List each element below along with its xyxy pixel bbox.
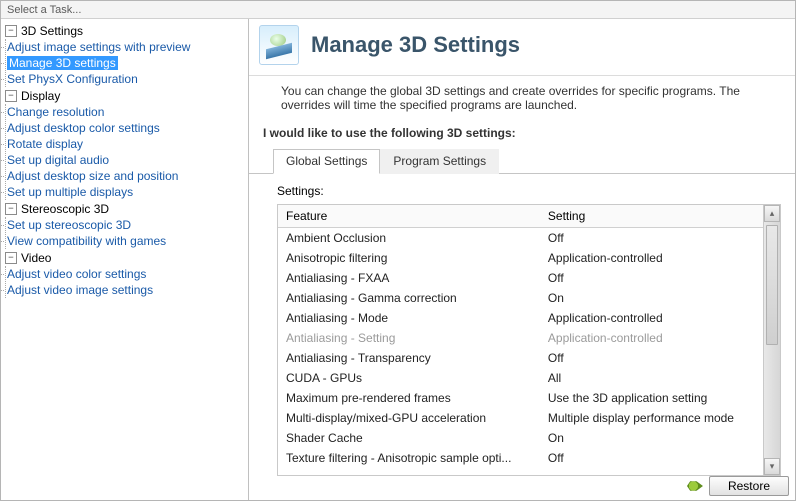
tree-category[interactable]: Video <box>21 251 51 265</box>
tree-branch-icon <box>1 79 4 80</box>
tree-branch-icon <box>1 160 4 161</box>
tree-item[interactable]: Adjust desktop color settings <box>7 121 160 135</box>
tree-category[interactable]: Display <box>21 89 60 103</box>
feature-cell: Ambient Occlusion <box>278 228 540 249</box>
table-row[interactable]: CUDA - GPUsAll <box>278 368 763 388</box>
task-header-label: Select a Task... <box>7 4 81 16</box>
feature-cell: CUDA - GPUs <box>278 368 540 388</box>
tree-item[interactable]: Change resolution <box>7 105 104 119</box>
tree-branch-icon <box>1 274 4 275</box>
column-setting[interactable]: Setting <box>540 205 763 228</box>
table-row[interactable]: Maximum pre-rendered framesUse the 3D ap… <box>278 388 763 408</box>
tree-branch-icon <box>1 128 4 129</box>
table-row[interactable]: Ambient OcclusionOff <box>278 228 763 249</box>
setting-cell[interactable]: On <box>540 288 763 308</box>
tree-branch-icon <box>1 112 4 113</box>
tree-item[interactable]: Manage 3D settings <box>7 56 118 70</box>
settings-label: Settings: <box>249 174 795 204</box>
setting-cell[interactable]: Application-controlled <box>540 248 763 268</box>
settings-scrollbar[interactable]: ▴ ▾ <box>763 205 780 475</box>
setting-cell[interactable]: Off <box>540 228 763 249</box>
feature-cell: Texture filtering - Anisotropic sample o… <box>278 448 540 468</box>
column-feature[interactable]: Feature <box>278 205 540 228</box>
scroll-up-icon[interactable]: ▴ <box>764 205 780 222</box>
setting-cell[interactable]: All <box>540 368 763 388</box>
feature-cell: Antialiasing - Transparency <box>278 348 540 368</box>
table-row[interactable]: Shader CacheOn <box>278 428 763 448</box>
scroll-down-icon[interactable]: ▾ <box>764 458 780 475</box>
footer: Restore <box>687 476 789 496</box>
setting-cell[interactable]: Application-controlled <box>540 328 763 348</box>
table-row[interactable]: Antialiasing - TransparencyOff <box>278 348 763 368</box>
task-header: Select a Task... <box>1 1 795 19</box>
table-row[interactable]: Multi-display/mixed-GPU accelerationMult… <box>278 408 763 428</box>
settings-tabs: Global SettingsProgram Settings <box>249 148 795 174</box>
section-heading: I would like to use the following 3D set… <box>249 116 795 148</box>
table-row[interactable]: Antialiasing - FXAAOff <box>278 268 763 288</box>
table-row[interactable]: Antialiasing - ModeApplication-controlle… <box>278 308 763 328</box>
table-row[interactable]: Antialiasing - Gamma correctionOn <box>278 288 763 308</box>
tree-branch-icon <box>1 192 4 193</box>
tab-global-settings[interactable]: Global Settings <box>273 149 380 174</box>
tree-branch-icon <box>1 241 4 242</box>
feature-cell: Antialiasing - Setting <box>278 328 540 348</box>
tree-category[interactable]: 3D Settings <box>21 24 83 38</box>
tree-category[interactable]: Stereoscopic 3D <box>21 202 109 216</box>
table-row[interactable]: Texture filtering - Anisotropic sample o… <box>278 448 763 468</box>
tree-branch-icon <box>1 144 4 145</box>
feature-cell: Antialiasing - FXAA <box>278 268 540 288</box>
tree-branch-icon <box>1 290 4 291</box>
tree-branch-icon <box>1 47 4 48</box>
settings-table: Feature Setting Ambient OcclusionOffAnis… <box>278 205 763 468</box>
setting-cell[interactable]: Application-controlled <box>540 308 763 328</box>
setting-cell[interactable]: Off <box>540 348 763 368</box>
hero: Manage 3D Settings <box>249 19 795 76</box>
feature-cell: Shader Cache <box>278 428 540 448</box>
tree-branch-icon <box>1 225 4 226</box>
tree-expander-icon[interactable]: − <box>5 90 17 102</box>
setting-cell[interactable]: Off <box>540 268 763 288</box>
tree-item[interactable]: Set PhysX Configuration <box>7 72 138 86</box>
tree-item[interactable]: Adjust desktop size and position <box>7 169 178 183</box>
tab-program-settings[interactable]: Program Settings <box>380 149 499 174</box>
task-tree: −3D SettingsAdjust image settings with p… <box>1 19 249 500</box>
tree-item[interactable]: Adjust video color settings <box>7 267 146 281</box>
nvidia-logo-icon <box>687 480 703 492</box>
tree-item[interactable]: Set up multiple displays <box>7 185 133 199</box>
setting-cell[interactable]: Off <box>540 448 763 468</box>
scroll-thumb[interactable] <box>766 225 778 345</box>
table-row[interactable]: Antialiasing - SettingApplication-contro… <box>278 328 763 348</box>
tree-item[interactable]: Adjust image settings with preview <box>7 40 190 54</box>
setting-cell[interactable]: Multiple display performance mode <box>540 408 763 428</box>
tree-item[interactable]: View compatibility with games <box>7 234 166 248</box>
setting-cell[interactable]: Use the 3D application setting <box>540 388 763 408</box>
tree-item[interactable]: Set up digital audio <box>7 153 109 167</box>
setting-cell[interactable]: On <box>540 428 763 448</box>
main-panel: Manage 3D Settings You can change the gl… <box>249 19 795 500</box>
tree-expander-icon[interactable]: − <box>5 203 17 215</box>
settings-table-container: Feature Setting Ambient OcclusionOffAnis… <box>277 204 781 476</box>
feature-cell: Anisotropic filtering <box>278 248 540 268</box>
settings-3d-icon <box>259 25 299 65</box>
page-description: You can change the global 3D settings an… <box>249 76 795 116</box>
tree-branch-icon <box>1 63 4 64</box>
feature-cell: Multi-display/mixed-GPU acceleration <box>278 408 540 428</box>
page-title: Manage 3D Settings <box>311 32 520 58</box>
feature-cell: Antialiasing - Gamma correction <box>278 288 540 308</box>
feature-cell: Antialiasing - Mode <box>278 308 540 328</box>
table-row[interactable]: Anisotropic filteringApplication-control… <box>278 248 763 268</box>
tree-item[interactable]: Adjust video image settings <box>7 283 153 297</box>
tree-branch-icon <box>1 176 4 177</box>
tree-item[interactable]: Rotate display <box>7 137 83 151</box>
tree-expander-icon[interactable]: − <box>5 25 17 37</box>
tree-expander-icon[interactable]: − <box>5 252 17 264</box>
feature-cell: Maximum pre-rendered frames <box>278 388 540 408</box>
tree-item[interactable]: Set up stereoscopic 3D <box>7 218 131 232</box>
restore-button[interactable]: Restore <box>709 476 789 496</box>
